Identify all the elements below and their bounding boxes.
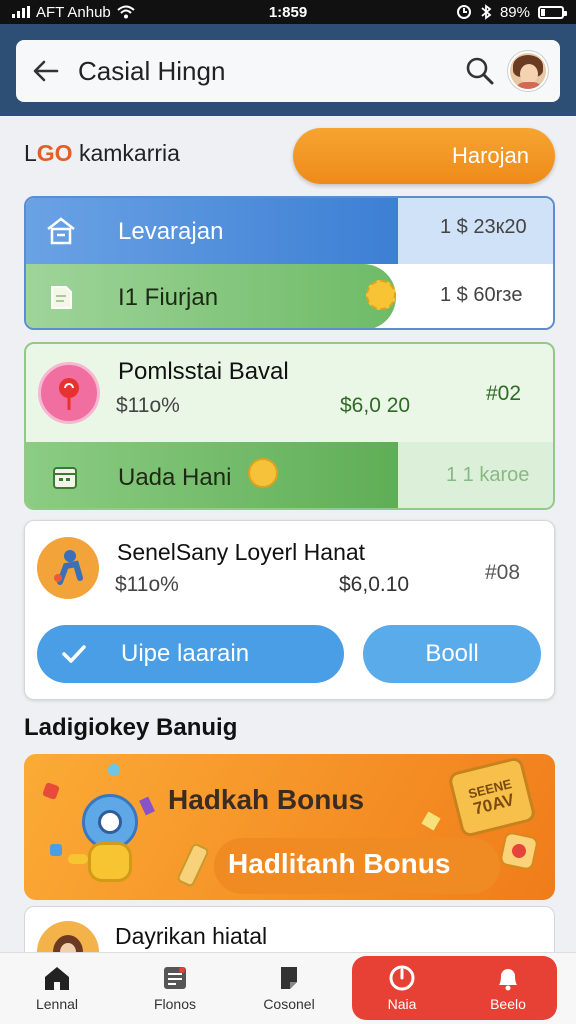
confetti-decoration: [108, 764, 120, 776]
calendar-icon: [30, 444, 100, 508]
wifi-icon: [117, 5, 135, 19]
page-title: Casial Hingn: [78, 55, 226, 86]
home-icon: [45, 967, 69, 990]
account-card-2[interactable]: SenelSany Loyerl Hanat $11o% $6,0.10 #08…: [24, 520, 555, 700]
tab-home[interactable]: Lennal: [0, 952, 114, 1024]
balance-row-1-label: Levarajan: [118, 218, 224, 245]
balance-row-2-value: 1 $ 60rзe: [440, 284, 523, 306]
account-2-percent: $11o%: [115, 573, 179, 596]
avatar[interactable]: [508, 51, 548, 91]
promo-banner[interactable]: Hadkah Bonus Hadlitanh Bonus SEENE 70AV: [24, 754, 555, 900]
bluetooth-icon: [481, 4, 492, 20]
heart-badge-icon: [498, 830, 540, 872]
account-1-subrow-label: Uada Hani: [118, 464, 232, 491]
bell-icon: [499, 969, 517, 991]
promo-line-1: Hadkah Bonus: [168, 784, 365, 815]
account-2-amount: $6,0.10: [339, 573, 410, 596]
battery-percent: 89%: [499, 3, 530, 21]
tab-naia[interactable]: Naia: [352, 952, 452, 1024]
tab-flonos[interactable]: Flonos: [118, 952, 232, 1024]
section-header: LGO kamkarria: [24, 140, 180, 167]
account-3-title: Dayrikan hiatal: [115, 923, 268, 949]
tab-naia-label: Naia: [387, 996, 417, 1012]
emoji-icon: [366, 280, 396, 310]
logo-mark: GO: [36, 140, 73, 166]
back-arrow-icon: [33, 60, 59, 82]
status-bar: AFT Anhub 1:859 89%: [0, 0, 576, 24]
balance-row-2-label: I1 Fiurjan: [118, 284, 219, 311]
section-action-button[interactable]: Harojan: [293, 128, 555, 184]
account-2-code: #08: [485, 561, 521, 584]
promo-heading: Ladigiokey Banuig: [24, 714, 238, 741]
confetti-decoration: [421, 811, 441, 831]
scroll-icon: [175, 842, 211, 888]
search-bar: Casial Hingn: [16, 40, 560, 102]
search-icon: [466, 57, 494, 85]
back-button[interactable]: [28, 53, 64, 89]
tab-cosonel-label: Cosonel: [263, 996, 315, 1012]
note-icon: [281, 967, 297, 989]
section-title: kamkarria: [78, 140, 180, 166]
promo-line-2: Hadlitanh Bonus: [228, 848, 451, 879]
account-1-code: #02: [486, 382, 522, 405]
person-icon: [37, 537, 99, 599]
search-button[interactable]: [460, 51, 500, 91]
document-icon: [26, 264, 96, 328]
account-1-title: Pomlsstai Baval: [118, 358, 289, 385]
logo-prefix: L: [24, 140, 37, 166]
wallet-icon: [164, 967, 186, 989]
confetti-decoration: [50, 844, 62, 856]
account-2-title: SenelSany Loyerl Hanat: [117, 539, 366, 565]
signal-icon: [12, 6, 30, 18]
house-icon: [26, 198, 96, 264]
balance-card: Levarajan 1 $ 23к20 I1 Fiurjan 1 $ 60rзe: [24, 196, 555, 330]
account-1-amount: $6,0 20: [340, 394, 411, 417]
account-1-subrow-value: 1 1 karoe: [446, 464, 530, 486]
confetti-decoration: [42, 782, 60, 800]
account-card-1[interactable]: Pomlsstai Baval $11o% $6,0 20 #02 Uada H…: [24, 342, 555, 510]
wink-emoji-icon: [248, 458, 278, 488]
balance-row-1-value: 1 $ 23к20: [440, 216, 527, 238]
ticket-badge: SEENE 70AV: [447, 755, 537, 839]
battery-icon: [538, 5, 567, 19]
check-icon: [62, 645, 86, 663]
alarm-icon: [456, 5, 471, 19]
lollipop-icon: [38, 362, 100, 424]
tab-beelo[interactable]: Beelo: [458, 952, 558, 1024]
power-icon: [389, 965, 415, 991]
carrier-name: AFT Anhub: [36, 3, 111, 21]
primary-action-label: Uipe laarain: [121, 640, 250, 667]
tab-beelo-label: Beelo: [490, 996, 526, 1012]
tab-home-label: Lennal: [35, 996, 79, 1012]
secondary-action-button[interactable]: Booll: [363, 625, 541, 683]
tab-cosonel[interactable]: Cosonel: [232, 952, 346, 1024]
primary-action-button[interactable]: Uipe laarain: [37, 625, 344, 683]
tab-flonos-label: Flonos: [153, 996, 197, 1012]
clock: 1:859: [268, 3, 308, 21]
account-1-percent: $11o%: [116, 394, 180, 417]
